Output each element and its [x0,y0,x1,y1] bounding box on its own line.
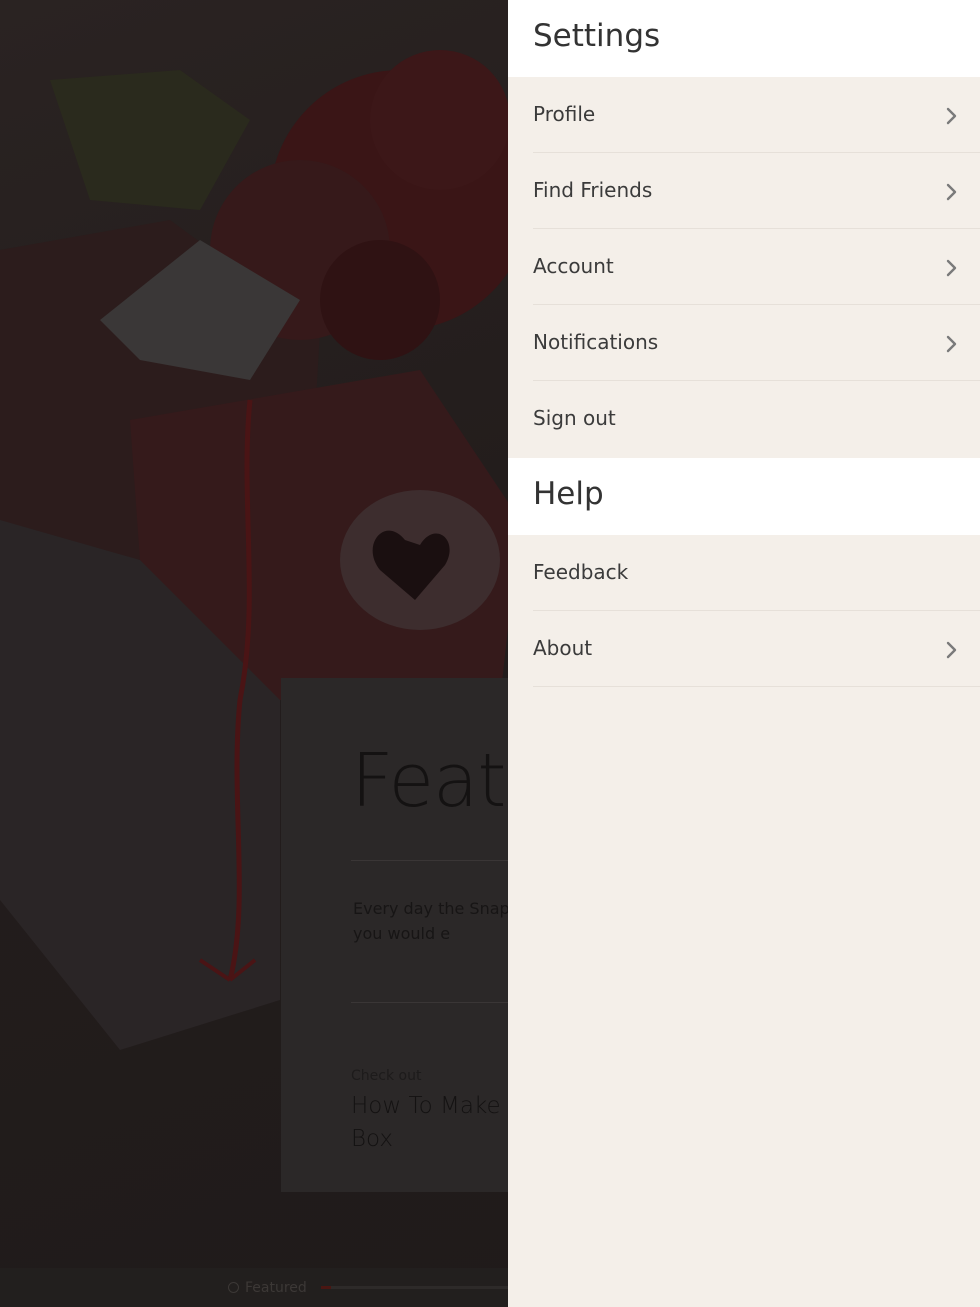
chevron-right-icon [946,183,957,201]
menu-item-label: Find Friends [533,178,653,202]
menu-item-label: Account [533,254,614,278]
featured-icon [228,1282,239,1293]
settings-drawer: Settings Profile Find Friends Account No… [508,0,980,1307]
progress-fill [321,1286,331,1289]
menu-item-account[interactable]: Account [533,229,980,305]
chevron-right-icon [946,107,957,125]
settings-section-header: Settings [508,0,980,77]
help-title: Help [533,476,604,512]
help-section-header: Help [508,458,980,535]
settings-title: Settings [533,18,661,54]
menu-item-about[interactable]: About [533,611,980,687]
menu-item-find-friends[interactable]: Find Friends [533,153,980,229]
chevron-right-icon [946,335,957,353]
menu-item-notifications[interactable]: Notifications [533,305,980,381]
menu-item-sign-out[interactable]: Sign out [533,381,980,458]
chevron-right-icon [946,259,957,277]
menu-item-label: Sign out [533,406,616,430]
menu-item-label: About [533,636,593,660]
check-out-label: Check out [351,1068,422,1084]
menu-item-label: Profile [533,102,596,126]
chevron-right-icon [946,641,957,659]
menu-item-label: Notifications [533,330,659,354]
tab-featured-label: Featured [245,1280,307,1296]
progress-bar [321,1286,511,1289]
menu-item-feedback[interactable]: Feedback [533,535,980,611]
menu-item-profile[interactable]: Profile [533,77,980,153]
tab-featured[interactable]: Featured [228,1280,307,1296]
menu-item-label: Feedback [533,560,629,584]
